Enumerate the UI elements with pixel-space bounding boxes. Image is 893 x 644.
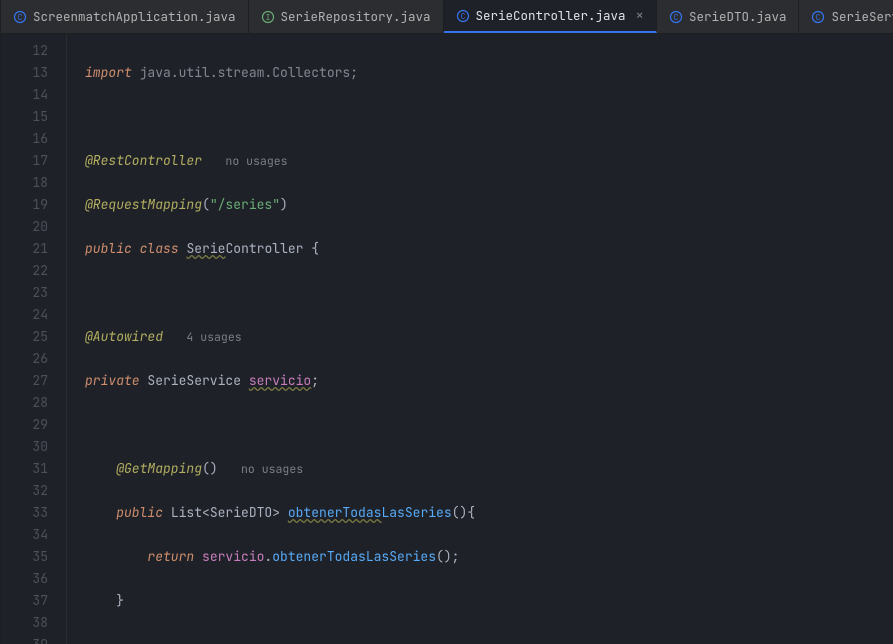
- class-icon: C: [456, 9, 470, 23]
- class-icon: C: [669, 10, 683, 24]
- code-line: public class SerieController {: [85, 238, 893, 260]
- tab-label: SerieDTO.java: [689, 8, 787, 25]
- code-line: return servicio.obtenerTodasLasSeries();: [85, 546, 893, 568]
- code-editor[interactable]: 1213141516171819202122232425262728293031…: [1, 34, 893, 644]
- code-line: import java.util.stream.Collectors;: [85, 62, 893, 84]
- code-line: @GetMapping() no usages: [85, 458, 893, 480]
- editor-tabs: C ScreenmatchApplication.java I SerieRep…: [1, 0, 893, 34]
- tab-screenmatch-application[interactable]: C ScreenmatchApplication.java: [1, 0, 249, 33]
- tab-serie-repository[interactable]: I SerieRepository.java: [249, 0, 444, 33]
- code-line: [85, 634, 893, 644]
- tab-label: SerieService: [831, 8, 893, 25]
- code-line: }: [85, 590, 893, 612]
- tab-serie-dto[interactable]: C SerieDTO.java: [657, 0, 800, 33]
- code-line: @RequestMapping("/series"): [85, 194, 893, 216]
- code-line: public List<SerieDTO> obtenerTodasLasSer…: [85, 502, 893, 524]
- code-line: private SerieService servicio;: [85, 370, 893, 392]
- svg-text:I: I: [265, 13, 270, 23]
- svg-text:C: C: [674, 13, 679, 23]
- tab-serie-service[interactable]: C SerieService: [799, 0, 893, 33]
- tab-label: SerieRepository.java: [281, 8, 431, 25]
- code-line: @Autowired 4 usages: [85, 326, 893, 348]
- code-line: @RestController no usages: [85, 150, 893, 172]
- svg-text:C: C: [816, 13, 821, 23]
- svg-text:C: C: [460, 12, 465, 22]
- class-icon: C: [13, 10, 27, 24]
- tab-label: ScreenmatchApplication.java: [33, 8, 236, 25]
- tab-label: SerieController.java: [476, 7, 626, 24]
- tab-serie-controller[interactable]: C SerieController.java ×: [444, 0, 657, 33]
- close-icon[interactable]: ×: [636, 7, 644, 25]
- line-gutter: 1213141516171819202122232425262728293031…: [1, 34, 67, 644]
- code-line: [85, 106, 893, 128]
- class-icon: C: [811, 10, 825, 24]
- interface-icon: I: [261, 10, 275, 24]
- svg-text:C: C: [18, 13, 23, 23]
- code-line: [85, 282, 893, 304]
- code-line: [85, 414, 893, 436]
- code-area[interactable]: import java.util.stream.Collectors; @Res…: [67, 34, 893, 644]
